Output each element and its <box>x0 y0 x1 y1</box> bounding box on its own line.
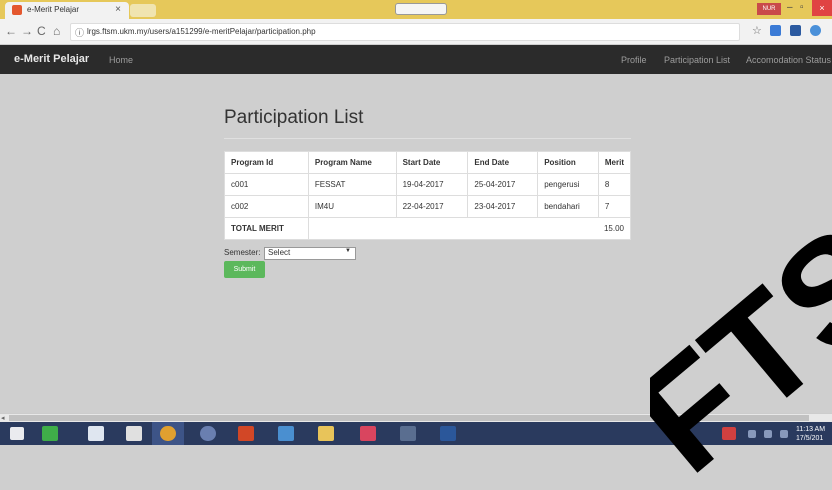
app-icon[interactable] <box>42 426 58 441</box>
url-input[interactable]: ⓘ lrgs.ftsm.ukm.my/users/a151299/e-merit… <box>70 23 740 41</box>
table-row: c002 IM4U 22-04-2017 23-04-2017 bendahar… <box>224 195 632 218</box>
tray-icon[interactable] <box>722 427 736 440</box>
watermark: FTSM <box>650 230 832 490</box>
semester-label: Semester: <box>224 248 261 257</box>
extension-icon[interactable] <box>770 25 781 36</box>
tray-icon[interactable] <box>764 430 772 438</box>
submit-button[interactable]: Submit <box>224 261 265 278</box>
home-app-icon[interactable] <box>126 426 142 441</box>
folder-icon[interactable] <box>318 426 334 441</box>
cell-merit: 8 <box>597 173 632 196</box>
address-bar: ← → C ⌂ ⓘ lrgs.ftsm.ukm.my/users/a151299… <box>0 19 832 45</box>
minimize-icon[interactable]: – <box>787 2 793 13</box>
file-icon[interactable] <box>88 426 104 441</box>
cell-position: pengerusi <box>537 173 599 196</box>
windows-taskbar: 11:13 AM 17/5/201 <box>0 422 832 445</box>
nav-accommodation-status[interactable]: Accomodation Status <box>746 55 831 65</box>
nav-participation-list[interactable]: Participation List <box>664 55 730 65</box>
maximize-icon[interactable]: ▫ <box>800 2 804 13</box>
tray-icon[interactable] <box>748 430 756 438</box>
participation-table: Program Id Program Name Start Date End D… <box>224 151 632 240</box>
info-icon[interactable]: ⓘ <box>75 26 84 39</box>
nav-profile[interactable]: Profile <box>621 55 647 65</box>
word-icon[interactable] <box>440 426 456 441</box>
new-tab-button[interactable] <box>130 4 156 17</box>
site-navbar: e-Merit Pelajar Home Profile Participati… <box>0 45 832 74</box>
brand-link[interactable]: e-Merit Pelajar <box>14 53 89 65</box>
watermark-text: FTSM <box>650 230 832 490</box>
total-label: TOTAL MERIT <box>224 217 309 240</box>
forward-icon[interactable]: → <box>21 24 33 38</box>
extension-icon[interactable] <box>790 25 801 36</box>
extension-icon[interactable] <box>810 25 821 36</box>
cell-merit: 7 <box>597 195 632 218</box>
url-text: lrgs.ftsm.ukm.my/users/a151299/e-meritPe… <box>87 27 316 36</box>
browser-tabstrip: e-Merit Pelajar × NUR – ▫ × <box>0 0 832 19</box>
reload-icon[interactable]: C <box>37 24 46 38</box>
tray-icon[interactable] <box>780 430 788 438</box>
clock-date: 17/5/201 <box>796 435 824 442</box>
cell-program-name: FESSAT <box>307 173 397 196</box>
nav-home[interactable]: Home <box>109 55 133 65</box>
cell-program-id: c001 <box>224 173 309 196</box>
powerpoint-icon[interactable] <box>238 426 254 441</box>
app-icon[interactable] <box>360 426 376 441</box>
cell-end-date: 25-04-2017 <box>467 173 539 196</box>
app-icon[interactable] <box>278 426 294 441</box>
app-icon[interactable] <box>200 426 216 441</box>
scroll-left-icon[interactable]: ◂ <box>1 414 5 422</box>
cell-position: bendahari <box>537 195 599 218</box>
col-program-id: Program Id <box>224 151 309 174</box>
chrome-icon[interactable] <box>160 426 176 441</box>
app-icon[interactable] <box>400 426 416 441</box>
browser-tab[interactable]: e-Merit Pelajar × <box>5 2 129 19</box>
profile-badge[interactable]: NUR <box>757 3 781 15</box>
back-icon[interactable]: ← <box>5 24 17 38</box>
total-merit-value: 15.00 <box>307 217 632 240</box>
cell-end-date: 23-04-2017 <box>467 195 539 218</box>
bookmark-star-icon[interactable]: ☆ <box>752 24 762 37</box>
taskbar-clock[interactable]: 11:13 AM 17/5/201 <box>796 425 825 443</box>
tab-title: e-Merit Pelajar <box>27 5 80 14</box>
cell-program-id: c002 <box>224 195 309 218</box>
semester-selected-value: Select <box>268 248 291 257</box>
cell-program-name: IM4U <box>307 195 397 218</box>
page-title: Participation List <box>224 107 364 128</box>
windows-start-icon[interactable] <box>10 427 24 440</box>
scrollbar-thumb[interactable] <box>9 415 809 421</box>
clock-time: 11:13 AM <box>796 426 826 433</box>
favicon-icon <box>12 5 22 15</box>
home-icon[interactable]: ⌂ <box>53 24 60 38</box>
divider <box>224 138 631 139</box>
tab-close-icon[interactable]: × <box>115 4 121 15</box>
col-merit: Merit <box>597 151 632 174</box>
col-program-name: Program Name <box>307 151 397 174</box>
dropdown-arrow-icon: ▼ <box>345 248 351 254</box>
col-start-date: Start Date <box>395 151 469 174</box>
window-close-icon[interactable]: × <box>812 0 832 16</box>
total-row: TOTAL MERIT 15.00 <box>224 217 632 240</box>
table-header-row: Program Id Program Name Start Date End D… <box>224 151 632 174</box>
col-end-date: End Date <box>467 151 539 174</box>
table-row: c001 FESSAT 19-04-2017 25-04-2017 penger… <box>224 173 632 196</box>
col-position: Position <box>537 151 599 174</box>
cell-start-date: 19-04-2017 <box>395 173 469 196</box>
cell-start-date: 22-04-2017 <box>395 195 469 218</box>
window-widget <box>395 3 447 15</box>
semester-select[interactable]: Select ▼ <box>264 247 356 260</box>
